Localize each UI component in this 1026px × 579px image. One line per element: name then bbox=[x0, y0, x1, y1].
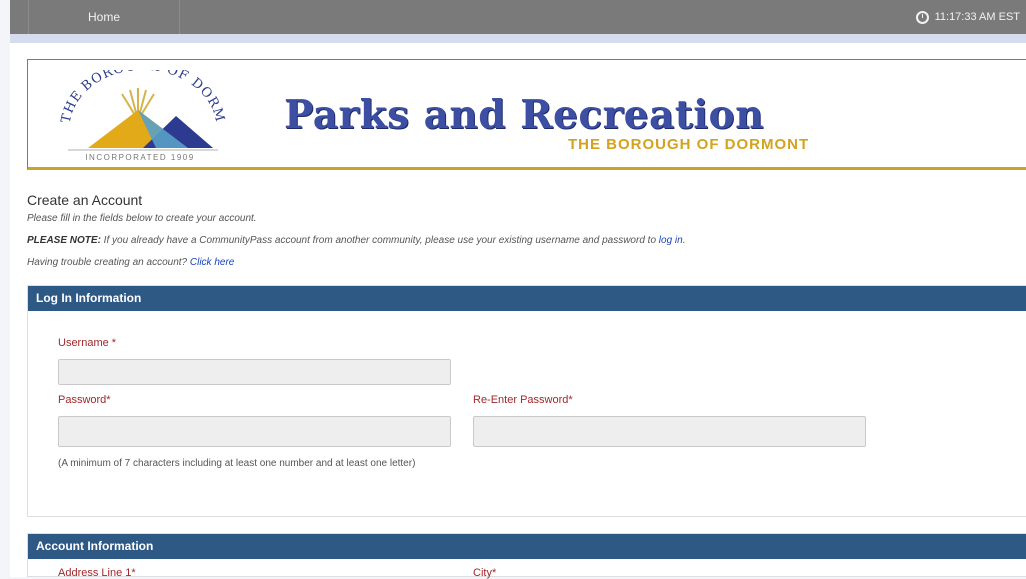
password-hint: (A minimum of 7 characters including at … bbox=[58, 458, 416, 469]
clock-icon bbox=[915, 10, 929, 24]
note-line: PLEASE NOTE: If you already have a Commu… bbox=[27, 235, 685, 246]
clock-time: 11:17:33 AM EST bbox=[934, 11, 1020, 23]
click-here-link[interactable]: Click here bbox=[190, 257, 234, 268]
page-content: THEBOROUGH OF DORMONT INCORPORATED 1909 … bbox=[10, 43, 1026, 579]
trouble-line: Having trouble creating an account? Clic… bbox=[27, 257, 234, 268]
borough-logo: THEBOROUGH OF DORMONT INCORPORATED 1909 bbox=[48, 70, 226, 162]
header-banner: THEBOROUGH OF DORMONT INCORPORATED 1909 … bbox=[27, 59, 1026, 170]
username-label: Username * bbox=[58, 337, 117, 349]
reenter-password-label: Re-Enter Password* bbox=[473, 394, 573, 406]
note-end: . bbox=[682, 235, 686, 246]
instructions-text: Please fill in the fields below to creat… bbox=[27, 213, 257, 224]
home-tab[interactable]: Home bbox=[28, 0, 180, 34]
top-nav-bar: Home 11:17:33 AM EST bbox=[10, 0, 1026, 34]
address-line-1-label: Address Line 1* bbox=[58, 567, 136, 579]
note-label: PLEASE NOTE: bbox=[27, 235, 101, 246]
clock: 11:17:33 AM EST bbox=[915, 0, 1020, 34]
nav-strip bbox=[10, 34, 1026, 43]
account-info-panel: Account Information Address Line 1* City… bbox=[27, 533, 1026, 579]
trouble-text: Having trouble creating an account? bbox=[27, 257, 190, 268]
account-panel-header: Account Information bbox=[28, 534, 1026, 559]
password-label: Password* bbox=[58, 394, 111, 406]
login-info-panel: Log In Information Username * Password* … bbox=[27, 285, 1026, 517]
login-panel-header: Log In Information bbox=[28, 286, 1026, 311]
password-input[interactable] bbox=[58, 416, 451, 447]
logo-incorporated-text: INCORPORATED 1909 bbox=[85, 153, 194, 162]
reenter-password-input[interactable] bbox=[473, 416, 866, 447]
banner-title: Parks and Recreation bbox=[284, 92, 764, 138]
banner-subtitle: THE BOROUGH OF DORMONT bbox=[568, 136, 810, 153]
username-input[interactable] bbox=[58, 359, 451, 385]
login-link[interactable]: log in bbox=[659, 235, 683, 246]
city-label: City* bbox=[473, 567, 497, 579]
note-text: If you already have a CommunityPass acco… bbox=[100, 235, 659, 246]
page-title: Create an Account bbox=[27, 192, 143, 208]
